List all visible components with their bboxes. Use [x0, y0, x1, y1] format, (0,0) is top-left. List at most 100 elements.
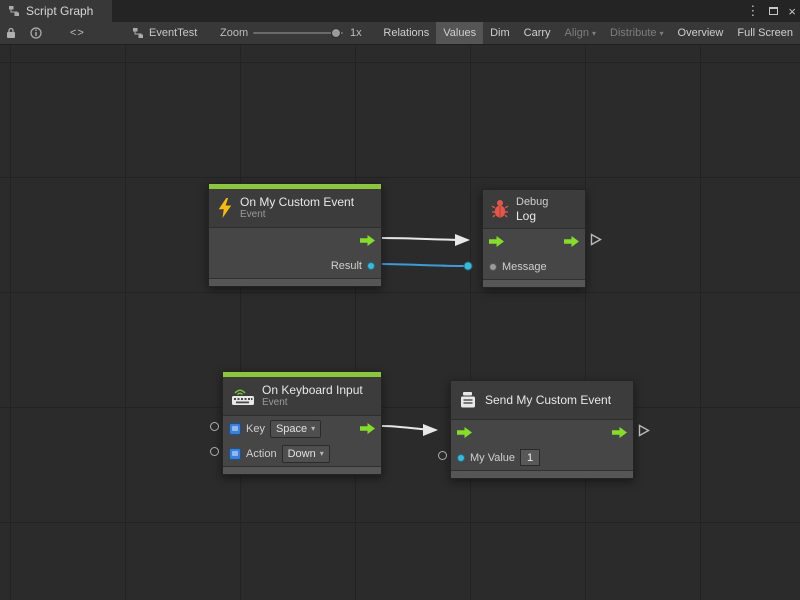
relations-button[interactable]: Relations	[376, 22, 436, 44]
result-output-port[interactable]	[367, 262, 375, 270]
values-label: Values	[443, 27, 476, 39]
my-value-type-icon	[457, 454, 465, 462]
node-send-my-custom-event[interactable]: Send My Custom Event My Value 1	[450, 380, 634, 479]
action-dropdown[interactable]: Down ▾	[282, 445, 330, 463]
keyboard-icon	[231, 387, 255, 406]
info-icon	[30, 27, 42, 39]
zoom-value: 1x	[350, 22, 362, 44]
code-view-button[interactable]: <>	[70, 22, 85, 44]
node-body: My Value 1	[451, 419, 633, 470]
node-footer	[451, 470, 633, 478]
node-footer	[209, 278, 381, 286]
value-connection-endpoint[interactable]	[464, 262, 472, 270]
overview-label: Overview	[678, 27, 724, 39]
maximize-icon[interactable]	[769, 7, 778, 15]
chevron-down-icon: ▾	[320, 449, 324, 458]
graph-icon	[8, 5, 20, 17]
chevron-down-icon: ▾	[311, 424, 315, 433]
close-icon[interactable]: ×	[788, 4, 796, 19]
lock-icon	[6, 27, 16, 39]
node-title: On Keyboard Input	[262, 383, 363, 397]
port-row: Key Space ▾	[223, 416, 381, 441]
bug-icon	[491, 199, 509, 219]
carry-button[interactable]: Carry	[517, 22, 558, 44]
action-input-port-unconnected[interactable]	[210, 447, 219, 456]
tab-title: Script Graph	[26, 4, 93, 18]
align-label: Align	[565, 27, 589, 39]
zoom-slider-track[interactable]	[253, 32, 343, 34]
graph-breadcrumb[interactable]: EventTest	[132, 22, 197, 44]
key-dropdown[interactable]: Space ▾	[270, 420, 321, 438]
control-output-port[interactable]	[360, 235, 375, 246]
control-output-port[interactable]	[564, 236, 579, 247]
distribute-button[interactable]: Distribute ▾	[603, 22, 670, 44]
tab-bar: Script Graph ⋮ ×	[0, 0, 800, 22]
key-dropdown-value: Space	[276, 423, 307, 435]
action-dropdown-value: Down	[288, 448, 316, 460]
node-body: Result	[209, 227, 381, 278]
connection-value-result-to-message[interactable]	[372, 264, 466, 266]
key-port-label: Key	[246, 423, 265, 435]
control-output-port[interactable]	[612, 427, 627, 438]
port-row: Action Down ▾	[223, 441, 381, 466]
lock-button[interactable]	[6, 22, 16, 44]
result-port-label: Result	[331, 260, 362, 272]
node-body: Message	[483, 228, 585, 279]
port-row	[483, 229, 585, 254]
zoom-slider-handle[interactable]	[331, 28, 341, 38]
toolbar-buttons: Relations Values Dim Carry Align ▾ Distr…	[376, 22, 800, 44]
unconnected-control-output-triangle[interactable]	[638, 424, 650, 437]
message-input-port[interactable]	[489, 263, 497, 271]
my-value-input-port-unconnected[interactable]	[438, 451, 447, 460]
tab-script-graph[interactable]: Script Graph	[0, 0, 112, 22]
control-output-port[interactable]	[360, 423, 375, 434]
chevron-down-icon: ▾	[592, 29, 596, 38]
graph-canvas[interactable]: On My Custom Event Event Result	[0, 45, 800, 600]
info-button[interactable]	[30, 22, 42, 44]
my-value-input[interactable]: 1	[520, 449, 540, 466]
keycode-type-icon	[229, 423, 241, 435]
node-footer	[483, 279, 585, 287]
port-row: Result	[209, 253, 381, 278]
zoom-value-text: 1x	[350, 27, 362, 39]
port-row	[209, 228, 381, 253]
connection-control-keyboard-to-send[interactable]	[382, 426, 436, 430]
carry-label: Carry	[524, 27, 551, 39]
node-on-my-custom-event[interactable]: On My Custom Event Event Result	[208, 183, 382, 287]
code-view-label: <>	[70, 27, 85, 39]
node-title: On My Custom Event	[240, 195, 354, 209]
node-header: Send My Custom Event	[451, 381, 633, 419]
port-row: Message	[483, 254, 585, 279]
connection-control-event-to-log[interactable]	[382, 238, 468, 240]
node-title: Log	[516, 209, 548, 223]
node-subtitle: Event	[240, 209, 354, 221]
dim-button[interactable]: Dim	[483, 22, 517, 44]
node-header: On My Custom Event Event	[209, 189, 381, 227]
key-input-port-unconnected[interactable]	[210, 422, 219, 431]
full-screen-button[interactable]: Full Screen	[730, 22, 800, 44]
action-type-icon	[229, 448, 241, 460]
overview-button[interactable]: Overview	[671, 22, 731, 44]
node-debug-log[interactable]: Debug Log Message	[482, 189, 586, 288]
node-subtitle: Event	[262, 397, 363, 409]
window-root: Script Graph ⋮ × <>	[0, 0, 800, 600]
node-header: Debug Log	[483, 190, 585, 228]
connection-layer	[0, 45, 800, 600]
lightning-icon	[217, 198, 233, 218]
window-menu-icon[interactable]: ⋮	[746, 3, 759, 19]
zoom-slider[interactable]	[253, 22, 343, 44]
full-screen-label: Full Screen	[737, 27, 793, 39]
window-controls: ⋮ ×	[746, 0, 796, 22]
graph-icon	[132, 27, 144, 39]
control-input-port[interactable]	[489, 236, 504, 247]
values-button[interactable]: Values	[436, 22, 483, 44]
breadcrumb-graph-name: EventTest	[149, 27, 197, 39]
action-port-label: Action	[246, 448, 277, 460]
control-input-port[interactable]	[457, 427, 472, 438]
chevron-down-icon: ▾	[660, 29, 664, 38]
unconnected-control-output-triangle[interactable]	[590, 233, 602, 246]
node-on-keyboard-input[interactable]: On Keyboard Input Event Key Space ▾	[222, 371, 382, 475]
align-button[interactable]: Align ▾	[558, 22, 603, 44]
node-footer	[223, 466, 381, 474]
relations-label: Relations	[383, 27, 429, 39]
